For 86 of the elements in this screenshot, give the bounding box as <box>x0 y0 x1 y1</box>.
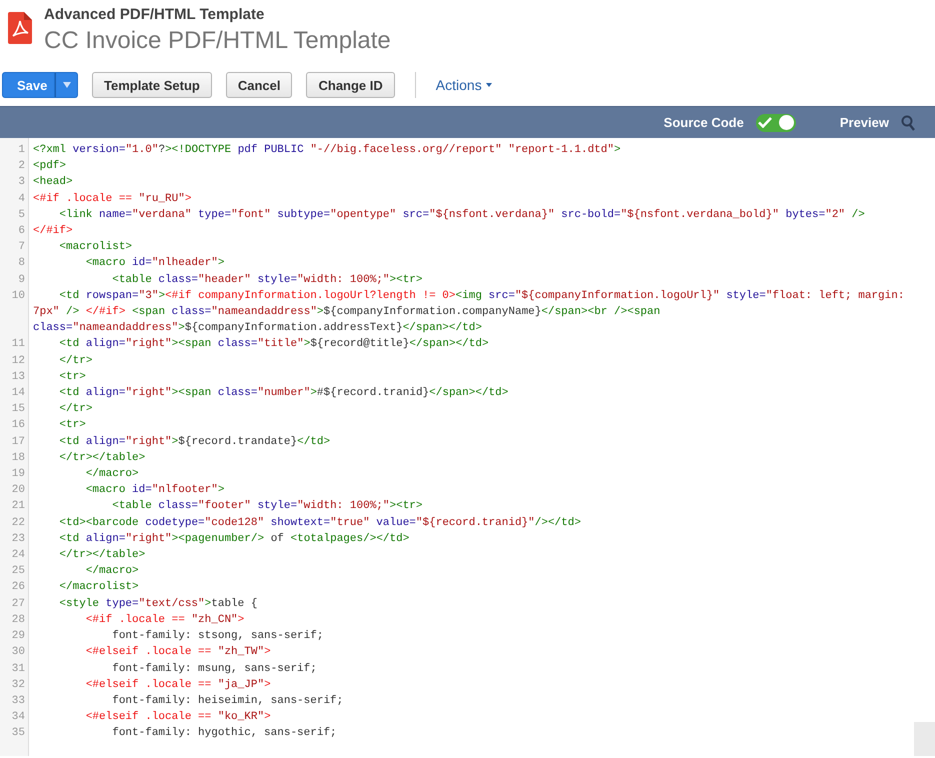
line-number: 9 <box>17 272 25 288</box>
code-line: <style type="text/css">table { <box>58 596 258 612</box>
code-line: <head> <box>33 175 74 190</box>
code-line: <#elseif .locale == "zh_TW"> <box>84 645 272 660</box>
code-line: font-family: heiseimin, sans-serif; <box>111 694 344 709</box>
toolbar-button[interactable]: Change ID <box>306 72 395 98</box>
dropdown-button[interactable] <box>55 72 78 98</box>
line-number: 33 <box>10 694 25 709</box>
line-number: 1 <box>17 143 25 158</box>
line-number: 16 <box>10 418 25 434</box>
line-number: 15 <box>10 402 25 418</box>
code-line: <tr> <box>58 418 87 434</box>
code-line: </macrolist> <box>58 580 140 596</box>
code-line: <#if .locale == "ru_RU"> <box>33 192 192 207</box>
line-number: 29 <box>10 629 25 644</box>
save-button[interactable]: Save <box>2 72 55 98</box>
line-number: 28 <box>10 612 25 628</box>
code-line: font-family: stsong, sans-serif; <box>111 629 324 644</box>
code-line: <td rowspan="3"><#if companyInformation.logoUrl?length != 0><img src="${companyInformation.logoUrl}" style="float: left; margin: 7px" /> </#if> <span class="nameandaddress">${companyInformation.companyName}</span><br /><span class="nameandaddress">${companyInformation.addressText}</span></td> <box>33 288 906 336</box>
line-number: 35 <box>10 726 25 742</box>
caret-icon <box>62 82 70 88</box>
line-number: 18 <box>10 450 25 466</box>
code-line: </tr> <box>58 354 94 369</box>
line-number: 21 <box>10 499 25 514</box>
search-icon[interactable] <box>901 114 915 130</box>
code-line: </macro> <box>84 467 140 482</box>
record-type-label: Advanced PDF/HTML Template <box>44 6 266 24</box>
source-code-label: Source Code <box>664 115 744 130</box>
code-line: </tr> <box>58 402 94 418</box>
code-line: <macro id="nlfooter"> <box>84 483 226 498</box>
line-number: 17 <box>10 434 25 450</box>
code-line: <td align="right"><pagenumber/> of <totalpages/></td> <box>58 532 410 547</box>
actions-menu[interactable]: Actions <box>436 77 492 93</box>
line-number: 2 <box>17 159 25 174</box>
line-number: 5 <box>17 208 25 223</box>
code-line: <#elseif .locale == "ko_KR"> <box>84 710 272 726</box>
code-line: </tr></table> <box>58 548 146 564</box>
code-line: <macro id="nlheader"> <box>84 256 226 272</box>
line-number: 34 <box>10 710 25 726</box>
line-number: 19 <box>10 467 25 482</box>
code-line: <macrolist> <box>58 240 134 256</box>
code-line: <pdf> <box>33 159 68 174</box>
code-line: <td align="right">${record.trandate}</td> <box>58 434 332 450</box>
code-line: font-family: hygothic, sans-serif; <box>111 726 338 742</box>
code-line: </#if> <box>33 224 74 240</box>
pdf-file-icon <box>8 12 32 44</box>
code-line: <#if .locale == "zh_CN"> <box>84 612 246 628</box>
code-line: <link name="verdana" type="font" subtype="opentype" src="${nsfont.verdana}" src-bold="${nsfont.verdana_bold}" bytes="2" /> <box>58 208 866 223</box>
code-line: <#elseif .locale == "ja_JP"> <box>84 678 272 693</box>
line-number: 8 <box>17 256 25 272</box>
code-line: <?xml version="1.0"?><!DOCTYPE pdf PUBLIC "-//big.faceless.org//report" "report-1.1.dtd"> <box>33 143 622 158</box>
line-number: 4 <box>17 192 25 207</box>
line-number: 27 <box>10 596 25 612</box>
line-number: 31 <box>10 662 25 676</box>
line-number: 26 <box>10 580 25 596</box>
toolbar-button[interactable]: Cancel <box>226 72 292 98</box>
code-line: </macro> <box>84 564 140 580</box>
line-number: 14 <box>10 386 25 402</box>
line-number: 13 <box>10 370 25 385</box>
check-icon <box>758 117 772 128</box>
line-number: 32 <box>10 678 25 693</box>
code-line: <table class="footer" style="width: 100%;"><tr> <box>111 499 424 514</box>
line-number: 12 <box>10 354 25 369</box>
code-line: <td><barcode codetype="code128" showtext="true" value="${record.tranid}"/></td> <box>58 516 582 531</box>
line-number: 10 <box>10 288 25 304</box>
line-number: 3 <box>17 175 25 190</box>
line-number: 24 <box>10 548 25 564</box>
code-line: font-family: msung, sans-serif; <box>111 662 318 676</box>
code-line: <tr> <box>58 370 87 385</box>
code-line: <table class="header" style="width: 100%;"><tr> <box>111 272 424 288</box>
code-line: </tr></table> <box>58 450 146 466</box>
line-number: 7 <box>17 240 25 256</box>
preview-label[interactable]: Preview <box>840 115 889 130</box>
line-number: 23 <box>10 532 25 547</box>
line-number: 22 <box>10 516 25 531</box>
line-number: 30 <box>10 645 25 660</box>
page-title: CC Invoice PDF/HTML Template <box>44 26 391 56</box>
line-number: 11 <box>10 337 25 352</box>
line-number: 20 <box>10 483 25 498</box>
line-number: 6 <box>17 224 25 240</box>
line-number: 25 <box>10 564 25 580</box>
caret-icon <box>486 83 492 87</box>
code-line: <td align="right"><span class="number">#${record.tranid}</span></td> <box>58 386 510 402</box>
code-line: <td align="right"><span class="title">${record@title}</span></td> <box>58 337 490 352</box>
toggle-switch[interactable] <box>756 114 796 132</box>
toolbar-button[interactable]: Template Setup <box>92 72 212 98</box>
